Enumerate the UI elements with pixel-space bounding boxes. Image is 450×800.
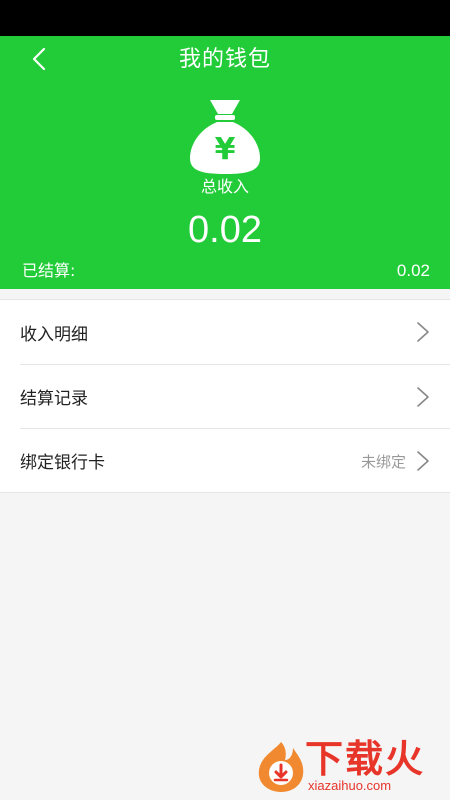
page-title: 我的钱包 xyxy=(178,47,271,72)
list-item-income-detail[interactable]: 收入明细 xyxy=(20,300,450,364)
list-item-right: 未绑定 xyxy=(361,429,430,493)
wallet-menu-list: 收入明细 结算记录 绑定银行卡 未绑定 xyxy=(0,299,450,493)
list-item-label: 绑定银行卡 xyxy=(20,453,105,473)
wallet-header: 我的钱包 ¥ 总收入 0.02 已结算: 0.02 xyxy=(0,36,450,289)
bind-status: 未绑定 xyxy=(360,452,406,471)
list-item-right xyxy=(416,365,430,429)
money-bag-yen-icon: ¥ xyxy=(190,100,260,174)
settled-label: 已结算: xyxy=(22,261,76,280)
total-income-label: 总收入 xyxy=(200,177,249,196)
watermark-text: 下载火 xyxy=(305,737,426,781)
flame-download-logo-icon xyxy=(258,742,304,792)
list-item-settlement-record[interactable]: 结算记录 xyxy=(20,364,450,428)
status-bar xyxy=(0,0,450,36)
bag-yen-symbol: ¥ xyxy=(215,132,236,167)
watermark: 下载火 xiazaihuo.com xyxy=(253,738,438,794)
chevron-right-icon xyxy=(417,451,429,471)
list-item-label: 收入明细 xyxy=(20,324,88,345)
list-item-right xyxy=(416,300,430,364)
list-item-bind-bank-card[interactable]: 绑定银行卡 未绑定 xyxy=(20,428,450,492)
chevron-right-icon xyxy=(417,387,429,407)
watermark-url: xiazaihuo.com xyxy=(308,778,392,793)
chevron-right-icon xyxy=(417,322,429,342)
list-item-label: 结算记录 xyxy=(20,389,88,409)
settled-value: 0.02 xyxy=(396,261,430,280)
total-income-value: 0.02 xyxy=(188,209,262,251)
